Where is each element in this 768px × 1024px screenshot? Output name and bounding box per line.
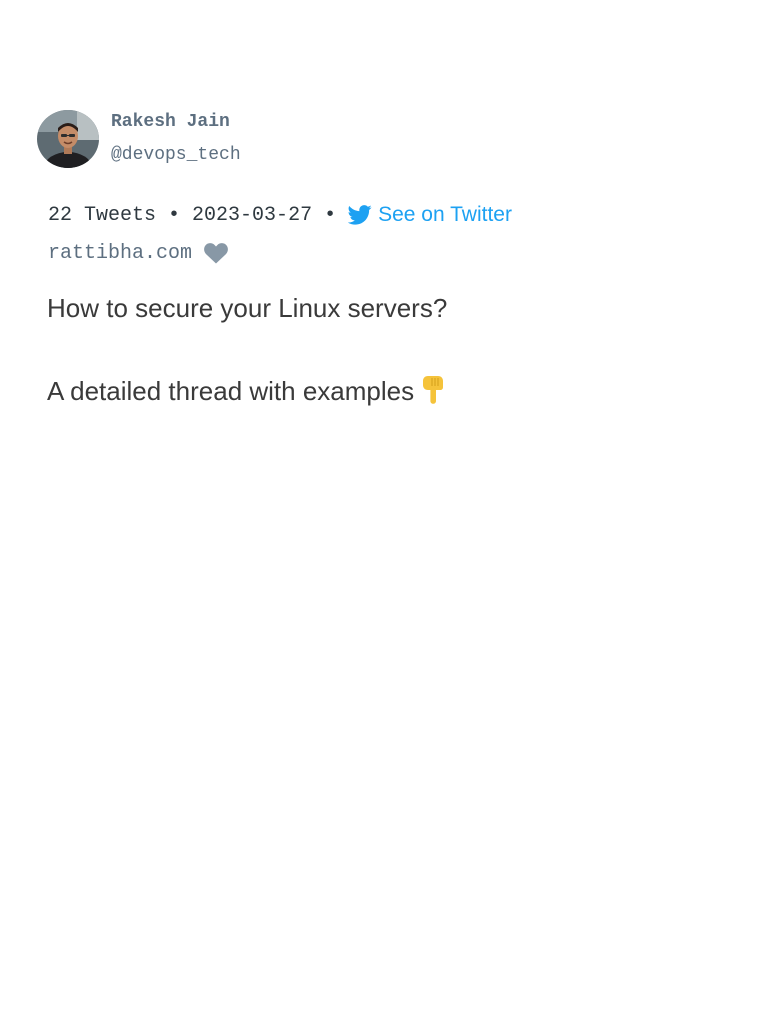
tweet-body: How to secure your Linux servers? A deta…	[47, 292, 727, 407]
pointing-down-emoji-icon	[420, 374, 446, 404]
author-header: Rakesh Jain @devops_tech	[37, 110, 241, 168]
thread-meta: 22 Tweets • 2023-03-27 • See on Twitter	[48, 202, 512, 228]
avatar[interactable]	[37, 110, 99, 168]
profile-photo-icon	[37, 110, 99, 168]
tweet-line-1: How to secure your Linux servers?	[47, 293, 448, 323]
tweet-count: 22 Tweets	[48, 203, 157, 227]
see-on-twitter-link[interactable]: See on Twitter	[348, 203, 512, 227]
site-row: rattibha.com	[48, 240, 228, 266]
tweet-line-2: A detailed thread with examples	[47, 376, 415, 406]
tweet-line: A detailed thread with examples	[47, 374, 727, 407]
heart-icon[interactable]	[204, 242, 228, 264]
tweet-line: How to secure your Linux servers?	[47, 292, 727, 324]
twitter-bird-icon	[348, 205, 372, 225]
heart-icon-svg	[204, 242, 228, 263]
meta-separator: •	[324, 203, 337, 227]
author-name[interactable]: Rakesh Jain	[111, 113, 241, 131]
see-on-twitter-label: See on Twitter	[378, 203, 512, 226]
meta-separator: •	[168, 203, 181, 227]
site-label[interactable]: rattibha.com	[48, 242, 192, 265]
thread-date: 2023-03-27	[192, 203, 313, 227]
author-handle[interactable]: @devops_tech	[111, 146, 241, 164]
